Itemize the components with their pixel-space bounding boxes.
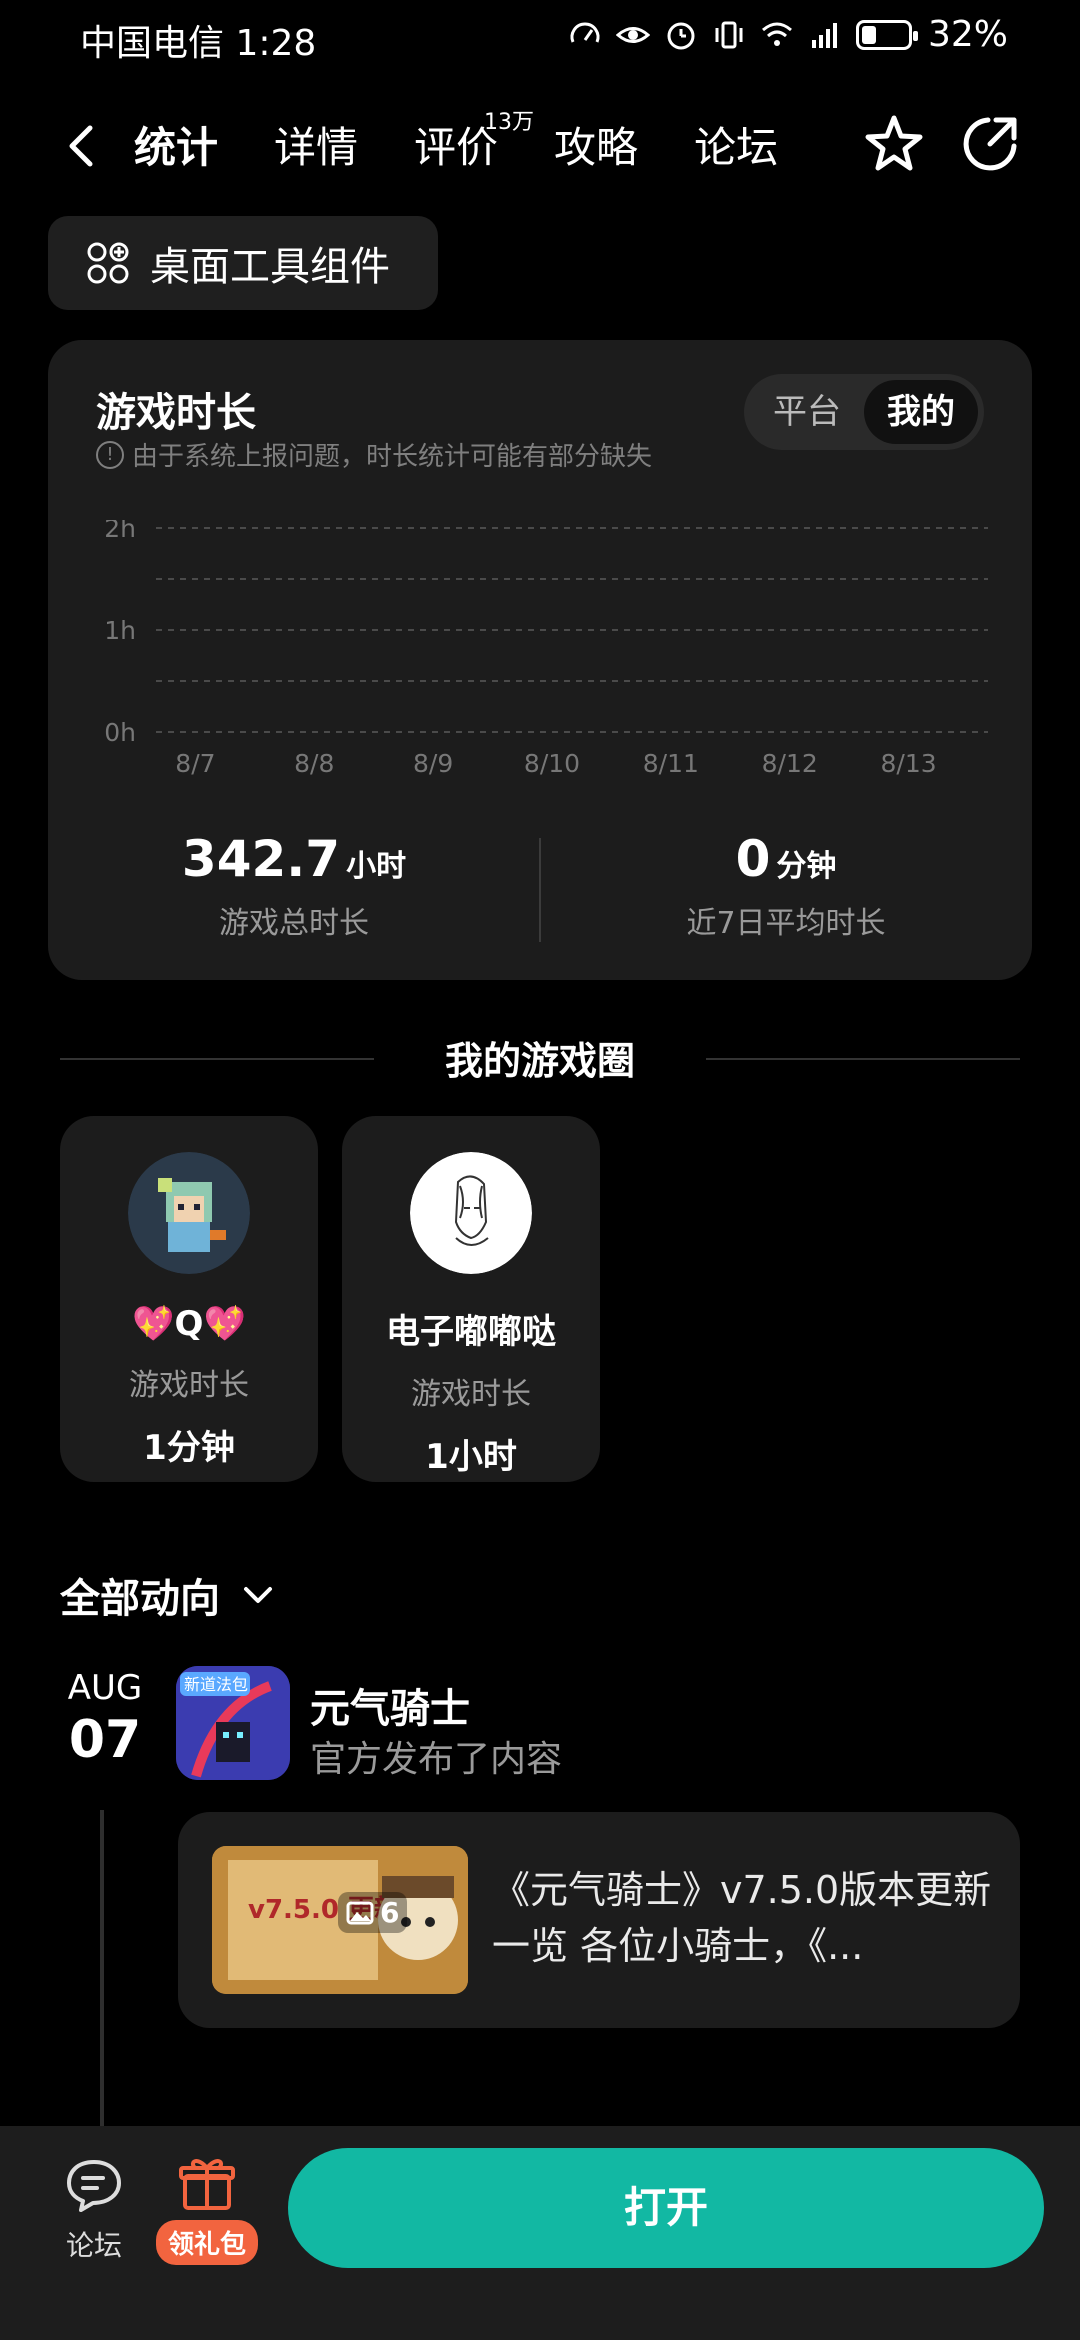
toggle-mine[interactable]: 我的	[864, 380, 978, 444]
friend-playtime-value: 1小时	[425, 1437, 517, 1477]
alarm-icon	[667, 22, 695, 49]
tab-label: 详情	[274, 123, 359, 172]
avg-playtime: 0 分钟 近7日平均时长	[540, 830, 1032, 942]
avg-label: 近7日平均时长	[686, 906, 886, 941]
x-tick-label: 8/13	[881, 749, 937, 778]
playtime-chart: 2h 1h 0h 8/7 8/8 8/9 8/10 8/11 8/12 8/13	[104, 520, 988, 778]
image-icon	[346, 1901, 374, 1924]
tab-reviews[interactable]: 评价 13万	[414, 110, 534, 185]
speed-icon	[570, 22, 600, 43]
gift-icon	[179, 2159, 235, 2210]
tab-guides[interactable]: 攻略	[554, 114, 638, 185]
total-playtime: 342.7 小时 游戏总时长	[48, 830, 540, 942]
top-nav: 统计 详情 评价 13万 攻略 论坛	[0, 100, 1080, 190]
tab-forum[interactable]: 论坛	[694, 114, 778, 185]
gift-label: 领礼包	[155, 2220, 258, 2265]
vibrate-icon	[715, 21, 743, 48]
info-icon: !	[96, 440, 124, 469]
friend-card[interactable]: 💖Q💖 游戏时长 1分钟	[60, 1116, 318, 1482]
friend-playtime-label: 游戏时长	[129, 1368, 249, 1403]
avatar	[410, 1152, 532, 1274]
tab-stats[interactable]: 统计	[129, 114, 223, 185]
wifi-icon	[762, 22, 792, 46]
platform-mine-toggle[interactable]: 平台 我的	[744, 374, 984, 450]
total-value: 342.7	[181, 830, 341, 888]
total-label: 游戏总时长	[219, 906, 369, 941]
game-name[interactable]: 元气骑士	[310, 1676, 470, 1734]
feed-day: 07	[68, 1710, 142, 1770]
review-count-badge: 13万	[484, 110, 535, 135]
battery-level	[861, 25, 877, 44]
tab-label: 论坛	[694, 123, 779, 172]
feed-month: AUG	[67, 1668, 143, 1708]
forum-label: 论坛	[65, 2229, 122, 2262]
forum-button[interactable]: 论坛	[56, 2156, 132, 2264]
post-text: 《元气骑士》v7.5.0版本更新一览 各位小骑士，《...	[492, 1868, 992, 1968]
tab-label: 统计	[134, 123, 219, 172]
battery-icon	[855, 19, 918, 50]
feed-filter-dropdown[interactable]: 全部动向	[60, 1566, 278, 1624]
image-count: 6	[380, 1896, 400, 1929]
bottom-bar: 论坛 领礼包 打开	[0, 2126, 1080, 2340]
signal-icon	[811, 22, 837, 48]
game-circle-header: 我的游戏圈	[60, 1030, 1020, 1090]
tab-bar: 统计 详情 评价 13万 攻略 论坛	[129, 110, 778, 185]
playtime-title: 游戏时长	[96, 390, 256, 436]
avg-unit: 分钟	[776, 849, 837, 884]
widget-chip-label: 桌面工具组件	[150, 244, 390, 290]
friend-name: 💖Q💖	[132, 1304, 246, 1344]
avatar	[128, 1152, 250, 1274]
chevron-down-icon	[244, 1587, 272, 1603]
divider-right	[706, 1058, 1020, 1060]
x-tick-label: 8/7	[175, 749, 215, 778]
carrier-time: 中国电信 1:28	[80, 23, 317, 64]
playtime-note: ! 由于系统上报问题，时长统计可能有部分缺失	[96, 436, 652, 473]
feed-filter-label: 全部动向	[60, 1576, 220, 1622]
note-text: 由于系统上报问题，时长统计可能有部分缺失	[132, 442, 653, 472]
feed-post-card[interactable]: v7.5.0 更新一览 6 《元气骑士》v7.5.0版本更新一览 各位小骑士，《…	[178, 1812, 1020, 2028]
status-icons: 32%	[568, 14, 1008, 55]
friend-card[interactable]: 电子嘟嘟哒 游戏时长 1小时	[342, 1116, 600, 1482]
playtime-stats: 342.7 小时 游戏总时长 0 分钟 近7日平均时长	[48, 830, 1032, 960]
x-tick-label: 8/11	[643, 749, 699, 778]
star-icon[interactable]	[862, 112, 926, 176]
toggle-platform[interactable]: 平台	[750, 380, 864, 444]
game-icon[interactable]: 新道法包	[176, 1666, 290, 1780]
x-tick-label: 8/9	[413, 749, 453, 778]
y-tick-label: 1h	[104, 616, 136, 645]
timeline-line	[100, 1810, 104, 2126]
image-count-badge: 6	[338, 1892, 408, 1933]
desktop-widget-button[interactable]: 桌面工具组件	[48, 216, 438, 310]
feed-date: AUG 07	[60, 1668, 150, 1770]
status-bar: 中国电信 1:28 32%	[0, 0, 1080, 72]
y-tick-label: 0h	[104, 718, 136, 747]
share-icon[interactable]	[958, 112, 1022, 176]
playtime-card: 游戏时长 ! 由于系统上报问题，时长统计可能有部分缺失 平台 我的 2h 1h 0h…	[48, 340, 1032, 980]
feed-action: 官方发布了内容	[310, 1739, 563, 1780]
avg-value: 0	[735, 830, 771, 888]
gift-pack-button[interactable]: 领礼包	[148, 2154, 266, 2265]
x-tick-label: 8/10	[524, 749, 580, 778]
friend-playtime-value: 1分钟	[143, 1428, 235, 1468]
battery-percent: 32%	[927, 14, 1008, 55]
total-unit: 小时	[346, 849, 407, 884]
game-icon-label: 新道法包	[184, 1675, 248, 1694]
y-tick-label: 2h	[104, 520, 136, 543]
friend-playtime-label: 游戏时长	[411, 1377, 531, 1412]
x-tick-label: 8/8	[294, 749, 334, 778]
tab-label: 攻略	[554, 123, 639, 172]
friend-name: 电子嘟嘟哒	[386, 1312, 556, 1352]
tab-details[interactable]: 详情	[274, 114, 358, 185]
x-tick-label: 8/12	[762, 749, 818, 778]
back-arrow-icon[interactable]	[58, 120, 106, 172]
widgets-icon	[87, 242, 129, 284]
eye-icon	[615, 26, 650, 43]
open-button[interactable]: 打开	[288, 2148, 1044, 2268]
chat-icon	[67, 2160, 121, 2212]
